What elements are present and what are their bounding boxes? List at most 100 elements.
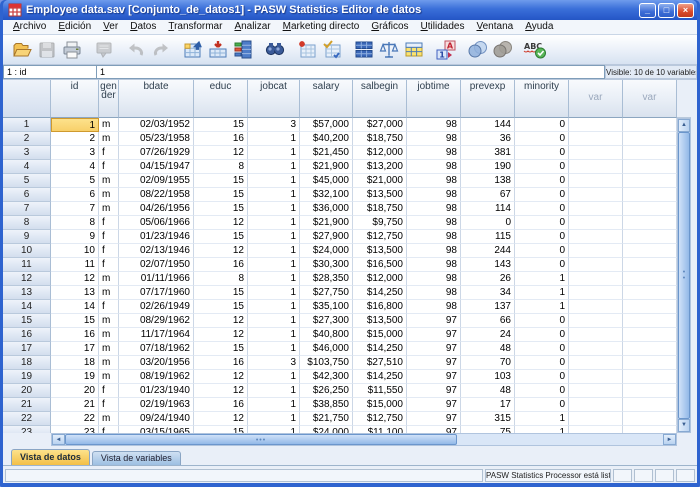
- cell[interactable]: 103: [461, 370, 515, 384]
- cell[interactable]: [569, 272, 623, 286]
- cell[interactable]: $26,250: [300, 384, 353, 398]
- cell[interactable]: [623, 160, 677, 174]
- row-header[interactable]: 18: [3, 356, 51, 370]
- cell[interactable]: $27,300: [300, 314, 353, 328]
- row-header[interactable]: 12: [3, 272, 51, 286]
- cell[interactable]: $18,750: [353, 132, 407, 146]
- column-header-jobcat[interactable]: jobcat: [248, 80, 300, 118]
- cell[interactable]: $28,350: [300, 272, 353, 286]
- cell[interactable]: 97: [407, 426, 461, 433]
- cell[interactable]: 1: [248, 398, 300, 412]
- cell[interactable]: 12: [194, 146, 248, 160]
- cell[interactable]: [623, 286, 677, 300]
- cell[interactable]: $16,500: [353, 258, 407, 272]
- cell[interactable]: m: [99, 272, 119, 286]
- cell[interactable]: 15: [194, 202, 248, 216]
- variables-icon[interactable]: [230, 38, 255, 62]
- cell[interactable]: 10: [51, 244, 99, 258]
- goto-variable-icon[interactable]: [205, 38, 230, 62]
- cell[interactable]: 0: [515, 384, 569, 398]
- cell[interactable]: 08/22/1958: [119, 188, 194, 202]
- cell[interactable]: [569, 328, 623, 342]
- cell[interactable]: [623, 328, 677, 342]
- cell[interactable]: $21,900: [300, 216, 353, 230]
- cell[interactable]: $40,200: [300, 132, 353, 146]
- pane-splitter-handle[interactable]: •••: [256, 437, 266, 444]
- cell[interactable]: 15: [194, 286, 248, 300]
- horizontal-scrollbar[interactable]: ◄ ••• ►: [51, 433, 677, 446]
- cell[interactable]: 98: [407, 132, 461, 146]
- cell[interactable]: m: [99, 188, 119, 202]
- maximize-button[interactable]: □: [658, 3, 675, 18]
- cell[interactable]: 15: [194, 230, 248, 244]
- cell[interactable]: m: [99, 342, 119, 356]
- cell[interactable]: m: [99, 328, 119, 342]
- cell[interactable]: $46,000: [300, 342, 353, 356]
- cell[interactable]: 190: [461, 160, 515, 174]
- cell[interactable]: $14,250: [353, 342, 407, 356]
- row-header[interactable]: 2: [3, 132, 51, 146]
- cell[interactable]: $9,750: [353, 216, 407, 230]
- tab-vista-de-datos[interactable]: Vista de datos: [11, 449, 90, 465]
- cell[interactable]: [623, 370, 677, 384]
- vertical-scrollbar[interactable]: ▲ •• ▼: [677, 118, 691, 433]
- use-variable-sets-icon[interactable]: [465, 38, 490, 62]
- cell[interactable]: 01/23/1946: [119, 230, 194, 244]
- cell[interactable]: 244: [461, 244, 515, 258]
- cell[interactable]: m: [99, 174, 119, 188]
- cell[interactable]: 98: [407, 230, 461, 244]
- cell[interactable]: [569, 244, 623, 258]
- cell[interactable]: 1: [248, 258, 300, 272]
- cell[interactable]: 6: [51, 188, 99, 202]
- cell[interactable]: 36: [461, 132, 515, 146]
- cell[interactable]: 0: [515, 202, 569, 216]
- cell[interactable]: 17: [461, 398, 515, 412]
- cell[interactable]: $27,900: [300, 230, 353, 244]
- scroll-left-icon[interactable]: ◄: [52, 434, 65, 445]
- vertical-scroll-thumb[interactable]: ••: [678, 132, 690, 419]
- print-icon[interactable]: [59, 38, 84, 62]
- cell[interactable]: [623, 146, 677, 160]
- cell[interactable]: 98: [407, 286, 461, 300]
- cell[interactable]: 75: [461, 426, 515, 433]
- cell[interactable]: $12,000: [353, 272, 407, 286]
- cell[interactable]: 1: [248, 286, 300, 300]
- cell[interactable]: [569, 216, 623, 230]
- cell[interactable]: 0: [515, 174, 569, 188]
- cell[interactable]: 0: [515, 230, 569, 244]
- grid-corner-cell[interactable]: [3, 80, 51, 118]
- row-header[interactable]: 1: [3, 118, 51, 132]
- row-header[interactable]: 15: [3, 314, 51, 328]
- cell[interactable]: 0: [515, 328, 569, 342]
- cell[interactable]: m: [99, 412, 119, 426]
- cell[interactable]: 98: [407, 188, 461, 202]
- cell[interactable]: 15: [194, 300, 248, 314]
- column-header-salary[interactable]: salary: [300, 80, 353, 118]
- row-header[interactable]: 11: [3, 258, 51, 272]
- undo-icon[interactable]: [123, 38, 148, 62]
- column-header-salbegin[interactable]: salbegin: [353, 80, 407, 118]
- cell[interactable]: 34: [461, 286, 515, 300]
- cell[interactable]: 12: [194, 216, 248, 230]
- cell[interactable]: 138: [461, 174, 515, 188]
- cell[interactable]: 143: [461, 258, 515, 272]
- cell[interactable]: 97: [407, 412, 461, 426]
- cell[interactable]: $14,250: [353, 370, 407, 384]
- cell[interactable]: f: [99, 244, 119, 258]
- cell[interactable]: 114: [461, 202, 515, 216]
- cell[interactable]: $103,750: [300, 356, 353, 370]
- cell[interactable]: 16: [51, 328, 99, 342]
- cell[interactable]: 02/07/1950: [119, 258, 194, 272]
- cell[interactable]: 0: [515, 118, 569, 132]
- cell[interactable]: $13,500: [353, 244, 407, 258]
- cell[interactable]: 15: [194, 174, 248, 188]
- scroll-right-icon[interactable]: ►: [663, 434, 676, 445]
- cell[interactable]: 97: [407, 384, 461, 398]
- cell[interactable]: 115: [461, 230, 515, 244]
- save-icon[interactable]: [34, 38, 59, 62]
- show-all-variables-icon[interactable]: [490, 38, 515, 62]
- cell[interactable]: 12: [194, 244, 248, 258]
- row-header[interactable]: 14: [3, 300, 51, 314]
- cell[interactable]: 1: [515, 412, 569, 426]
- cell[interactable]: m: [99, 356, 119, 370]
